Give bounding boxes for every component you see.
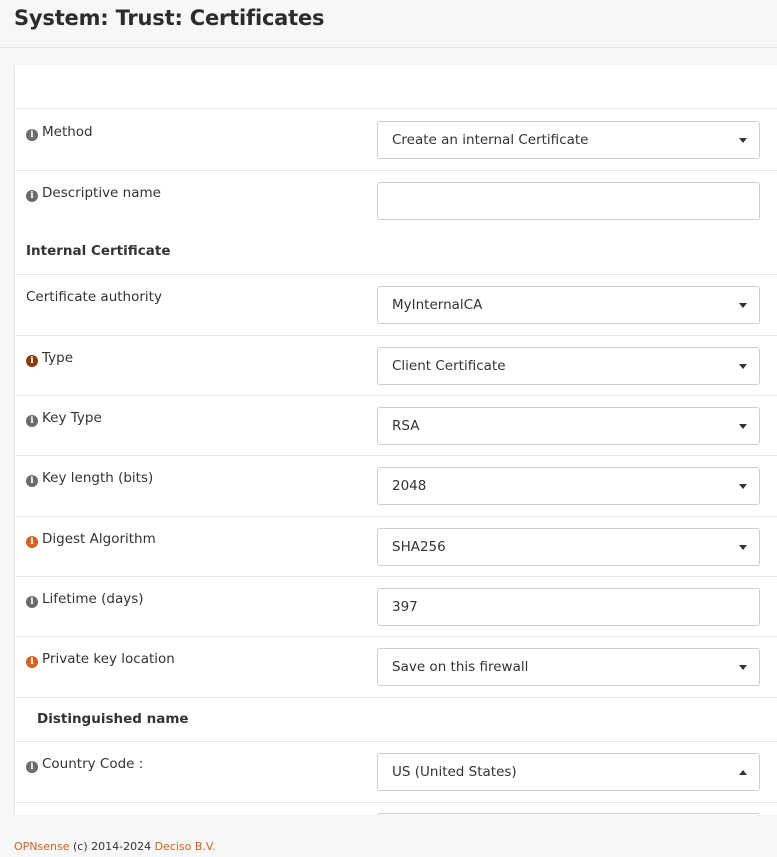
key-type-label: i Key Type <box>26 410 102 427</box>
private-key-location-select-value: Save on this firewall <box>392 659 529 675</box>
footer: OPNsense (c) 2014-2024 Deciso B.V. <box>14 840 216 853</box>
certificate-authority-select-value: MyInternalCA <box>392 297 483 313</box>
caret-down-icon <box>739 303 747 308</box>
lifetime-label-text: Lifetime (days) <box>42 591 144 607</box>
caret-down-icon <box>739 665 747 670</box>
method-label-text: Method <box>42 124 93 140</box>
descriptive-name-label-text: Descriptive name <box>42 185 161 201</box>
page-header: System: Trust: Certificates <box>0 0 777 48</box>
info-icon[interactable]: i <box>26 656 38 668</box>
lifetime-label: i Lifetime (days) <box>26 591 144 608</box>
descriptive-name-label: i Descriptive name <box>26 185 161 202</box>
footer-copyright: (c) 2014-2024 <box>69 840 155 853</box>
type-label-text: Type <box>42 350 74 366</box>
digest-algorithm-label: i Digest Algorithm <box>26 531 156 548</box>
key-length-select[interactable]: 2048 <box>377 467 760 505</box>
method-row: i Method Create an internal Certificate <box>15 110 777 171</box>
caret-down-icon <box>739 484 747 489</box>
certificate-authority-label: Certificate authority <box>26 289 162 305</box>
method-label: i Method <box>26 124 93 141</box>
info-icon[interactable]: i <box>26 415 38 427</box>
key-type-select-value: RSA <box>392 418 420 434</box>
caret-down-icon <box>739 424 747 429</box>
lifetime-input[interactable]: 397 <box>377 588 760 626</box>
key-length-row: i Key length (bits) 2048 <box>15 456 777 517</box>
country-code-row: i Country Code : US (United States) <box>15 742 777 803</box>
internal-certificate-heading: Internal Certificate <box>26 243 171 259</box>
descriptive-name-row: i Descriptive name <box>15 171 777 232</box>
type-label: i Type <box>26 350 73 367</box>
next-row-partial <box>15 803 777 815</box>
info-icon[interactable]: i <box>26 475 38 487</box>
panel-header <box>15 65 777 109</box>
digest-algorithm-row: i Digest Algorithm SHA256 <box>15 517 777 577</box>
key-length-select-value: 2048 <box>392 478 427 494</box>
deciso-link[interactable]: Deciso B.V. <box>155 840 216 853</box>
info-icon[interactable]: i <box>26 596 38 608</box>
lifetime-row: i Lifetime (days) 397 <box>15 577 777 637</box>
digest-algorithm-select[interactable]: SHA256 <box>377 528 760 566</box>
method-select-value: Create an internal Certificate <box>392 132 589 148</box>
key-type-label-text: Key Type <box>42 410 102 426</box>
key-length-label-text: Key length (bits) <box>42 470 154 486</box>
lifetime-input-value: 397 <box>392 599 418 615</box>
certificate-authority-select[interactable]: MyInternalCA <box>377 286 760 324</box>
type-select-value: Client Certificate <box>392 358 506 374</box>
type-select[interactable]: Client Certificate <box>377 347 760 385</box>
certificate-authority-row: Certificate authority MyInternalCA <box>15 275 777 336</box>
info-icon[interactable]: i <box>26 536 38 548</box>
caret-up-icon <box>739 770 747 775</box>
next-field-partial[interactable] <box>377 813 760 815</box>
internal-certificate-section: Internal Certificate <box>15 232 777 275</box>
method-select[interactable]: Create an internal Certificate <box>377 121 760 159</box>
private-key-location-label: i Private key location <box>26 651 175 668</box>
page-title: System: Trust: Certificates <box>14 6 325 30</box>
country-code-label: i Country Code : <box>26 756 143 773</box>
digest-algorithm-label-text: Digest Algorithm <box>42 531 156 547</box>
caret-down-icon <box>739 364 747 369</box>
key-type-row: i Key Type RSA <box>15 396 777 456</box>
private-key-location-row: i Private key location Save on this firew… <box>15 637 777 698</box>
descriptive-name-input[interactable] <box>377 182 760 220</box>
certificate-form-panel: i Method Create an internal Certificate i… <box>14 65 777 815</box>
info-icon[interactable]: i <box>26 129 38 141</box>
opnsense-link[interactable]: OPNsense <box>14 840 70 853</box>
country-code-select[interactable]: US (United States) <box>377 753 760 791</box>
info-icon[interactable]: i <box>26 190 38 202</box>
type-row: i Type Client Certificate <box>15 336 777 396</box>
distinguished-name-heading: Distinguished name <box>37 711 189 727</box>
key-length-label: i Key length (bits) <box>26 470 153 487</box>
caret-down-icon <box>739 545 747 550</box>
country-code-label-text: Country Code : <box>42 756 144 772</box>
key-type-select[interactable]: RSA <box>377 407 760 445</box>
distinguished-name-section: Distinguished name <box>15 698 777 742</box>
caret-down-icon <box>739 138 747 143</box>
private-key-location-select[interactable]: Save on this firewall <box>377 648 760 686</box>
country-code-select-value: US (United States) <box>392 764 517 780</box>
private-key-location-label-text: Private key location <box>42 651 175 667</box>
info-icon[interactable]: i <box>26 761 38 773</box>
info-icon[interactable]: i <box>26 355 38 367</box>
digest-algorithm-select-value: SHA256 <box>392 539 446 555</box>
